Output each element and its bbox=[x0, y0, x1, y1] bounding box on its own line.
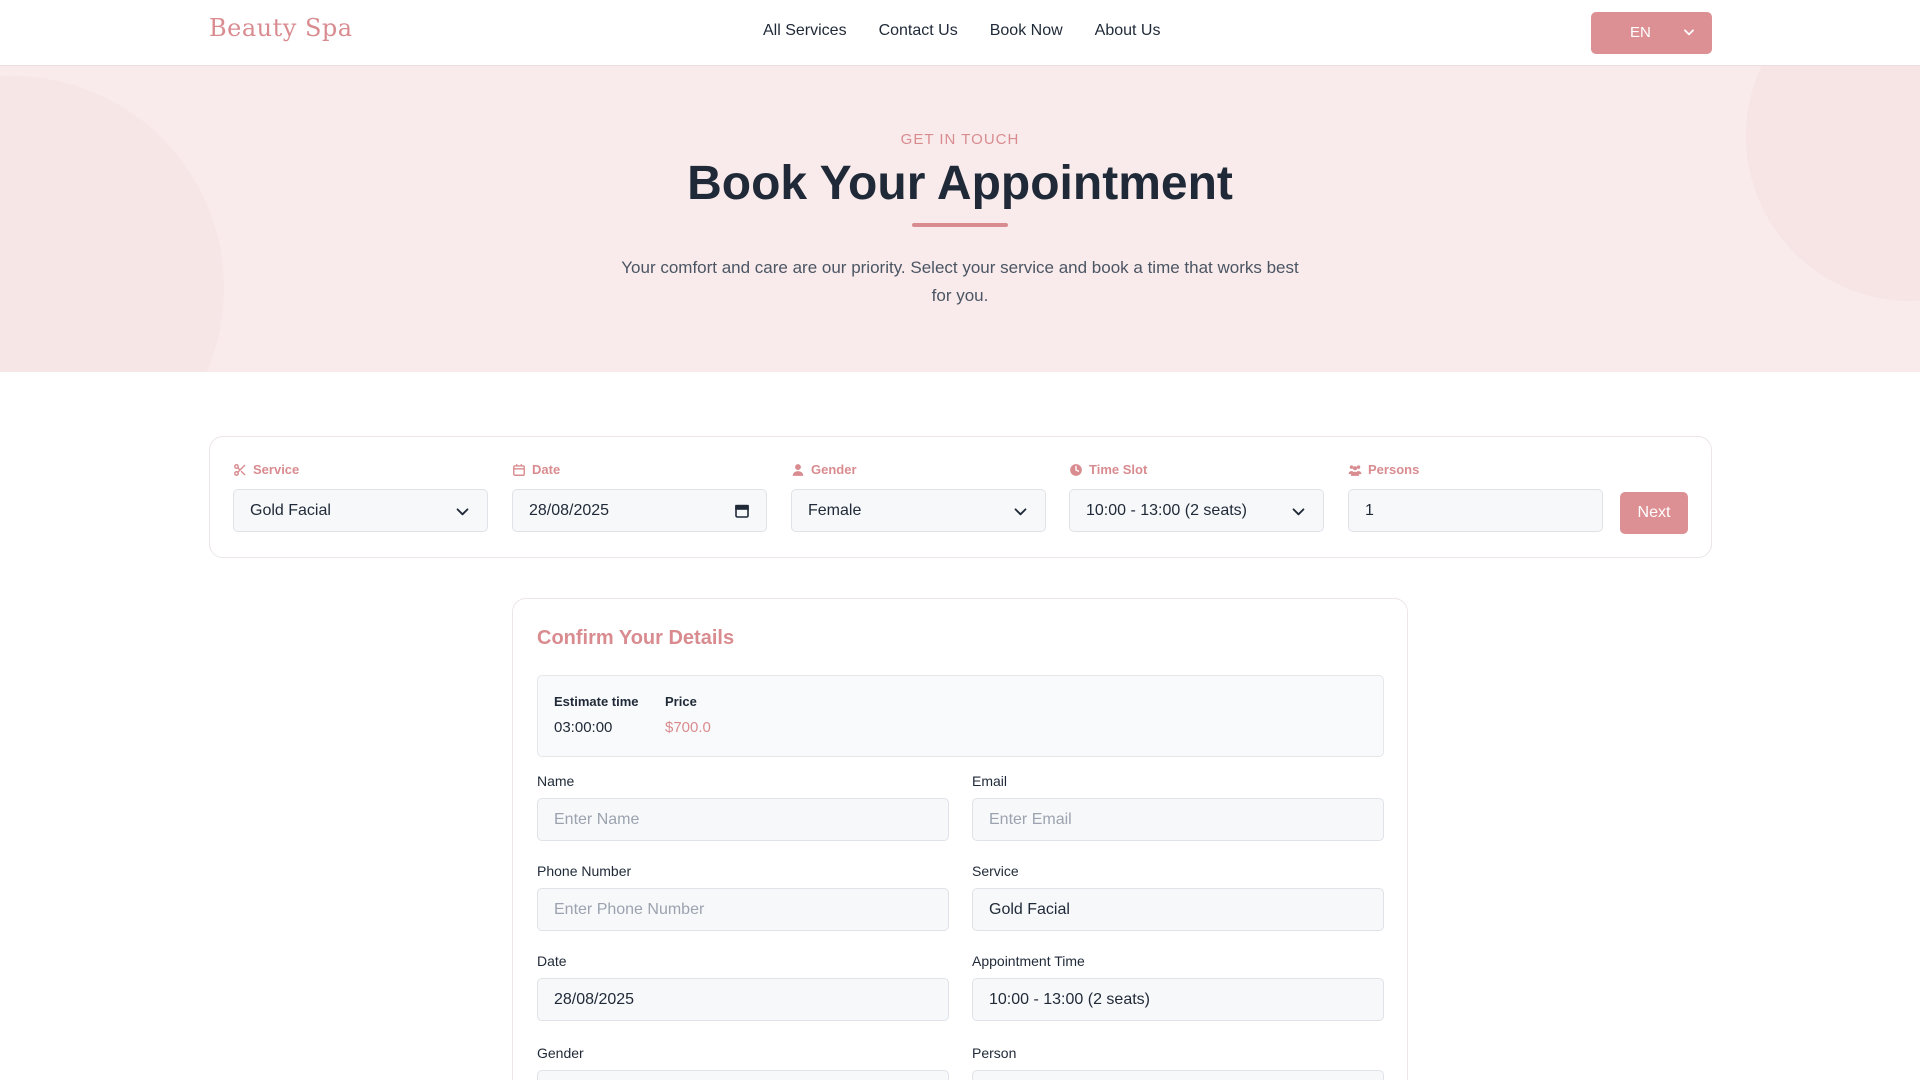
gender-label-text: Gender bbox=[811, 462, 857, 477]
calendar-icon[interactable] bbox=[734, 503, 750, 519]
clock-icon bbox=[1070, 463, 1082, 476]
logo[interactable]: Beauty Spa bbox=[209, 14, 353, 42]
estimate-time-label: Estimate time bbox=[554, 694, 639, 709]
main-nav: All Services Contact Us Book Now About U… bbox=[763, 22, 1160, 40]
service-select-value: Gold Facial bbox=[250, 501, 331, 519]
confirm-person-label: Person bbox=[972, 1045, 1017, 1061]
name-input[interactable]: Enter Name bbox=[537, 798, 949, 841]
estimate-time-value: 03:00:00 bbox=[554, 719, 613, 736]
gender-select[interactable]: Female bbox=[791, 489, 1046, 532]
confirm-date-label: Date bbox=[537, 953, 567, 969]
confirm-title: Confirm Your Details bbox=[537, 627, 735, 649]
site-header: Beauty Spa All Services Contact Us Book … bbox=[0, 0, 1920, 66]
hero-section: GET IN TOUCH Book Your Appointment Your … bbox=[0, 66, 1920, 372]
phone-label: Phone Number bbox=[537, 863, 632, 879]
persons-input-value: 1 bbox=[1365, 501, 1374, 519]
date-label-text: Date bbox=[532, 462, 561, 477]
language-select[interactable]: EN bbox=[1591, 12, 1712, 54]
next-button[interactable]: Next bbox=[1620, 492, 1688, 534]
price-label: Price bbox=[665, 694, 697, 709]
hero-eyebrow: GET IN TOUCH bbox=[900, 131, 1020, 148]
language-label: EN bbox=[1630, 24, 1651, 41]
phone-input[interactable]: Enter Phone Number bbox=[537, 888, 949, 931]
date-input-value: 28/08/2025 bbox=[529, 501, 610, 519]
time-slot-select[interactable]: 10:00 - 13:00 (2 seats) bbox=[1069, 489, 1324, 532]
confirm-service-value: Gold Facial bbox=[989, 900, 1070, 918]
confirm-details-card: Confirm Your Details Estimate time 03:00… bbox=[512, 598, 1408, 1080]
nav-contact-us[interactable]: Contact Us bbox=[879, 22, 958, 40]
gender-select-value: Female bbox=[808, 501, 862, 519]
nav-all-services[interactable]: All Services bbox=[763, 22, 847, 40]
time-slot-label: Time Slot bbox=[1069, 462, 1147, 477]
gender-label: Gender bbox=[791, 462, 857, 477]
calendar-icon bbox=[513, 463, 525, 476]
time-slot-label-text: Time Slot bbox=[1089, 462, 1148, 477]
phone-placeholder: Enter Phone Number bbox=[554, 900, 705, 918]
chevron-down-icon bbox=[1684, 29, 1694, 36]
persons-label: Persons bbox=[1348, 462, 1419, 477]
email-placeholder: Enter Email bbox=[989, 810, 1072, 828]
chevron-down-icon bbox=[456, 508, 469, 516]
confirm-date-input[interactable]: 28/08/2025 bbox=[537, 978, 949, 1021]
chevron-down-icon bbox=[1292, 508, 1305, 516]
scissors-icon bbox=[234, 463, 246, 476]
service-label: Service bbox=[233, 462, 299, 477]
persons-input[interactable]: 1 bbox=[1348, 489, 1603, 532]
confirm-gender-label: Gender bbox=[537, 1045, 584, 1061]
service-label-text: Service bbox=[253, 462, 300, 477]
user-icon bbox=[792, 463, 804, 476]
name-placeholder: Enter Name bbox=[554, 810, 640, 828]
page-title: Book Your Appointment bbox=[687, 157, 1233, 210]
users-icon bbox=[1348, 464, 1362, 476]
service-select[interactable]: Gold Facial bbox=[233, 489, 488, 532]
appointment-time-input[interactable]: 10:00 - 13:00 (2 seats) bbox=[972, 978, 1384, 1021]
hero-subtitle: Your comfort and care are our priority. … bbox=[621, 258, 1299, 305]
nav-book-now[interactable]: Book Now bbox=[990, 22, 1063, 40]
appointment-time-label: Appointment Time bbox=[972, 953, 1085, 969]
decorative-circle-left bbox=[0, 76, 224, 372]
date-label: Date bbox=[512, 462, 560, 477]
email-label: Email bbox=[972, 773, 1008, 789]
persons-label-text: Persons bbox=[1368, 462, 1420, 477]
nav-about-us[interactable]: About Us bbox=[1095, 22, 1161, 40]
name-label: Name bbox=[537, 773, 575, 789]
confirm-service-input[interactable]: Gold Facial bbox=[972, 888, 1384, 931]
appointment-time-value: 10:00 - 13:00 (2 seats) bbox=[989, 990, 1150, 1008]
time-slot-select-value: 10:00 - 13:00 (2 seats) bbox=[1086, 501, 1247, 519]
price-value: $700.0 bbox=[665, 719, 711, 736]
confirm-date-value: 28/08/2025 bbox=[554, 990, 635, 1008]
booking-summary: Estimate time 03:00:00 Price $700.0 bbox=[537, 675, 1384, 757]
title-underline bbox=[912, 223, 1008, 227]
confirm-person-input[interactable] bbox=[972, 1070, 1384, 1080]
confirm-gender-input[interactable] bbox=[537, 1070, 949, 1080]
confirm-service-label: Service bbox=[972, 863, 1019, 879]
email-input[interactable]: Enter Email bbox=[972, 798, 1384, 841]
booking-bar: Service Gold Facial Date 28/08/2025 Gend… bbox=[209, 436, 1712, 558]
chevron-down-icon bbox=[1014, 508, 1027, 516]
date-input[interactable]: 28/08/2025 bbox=[512, 489, 767, 532]
